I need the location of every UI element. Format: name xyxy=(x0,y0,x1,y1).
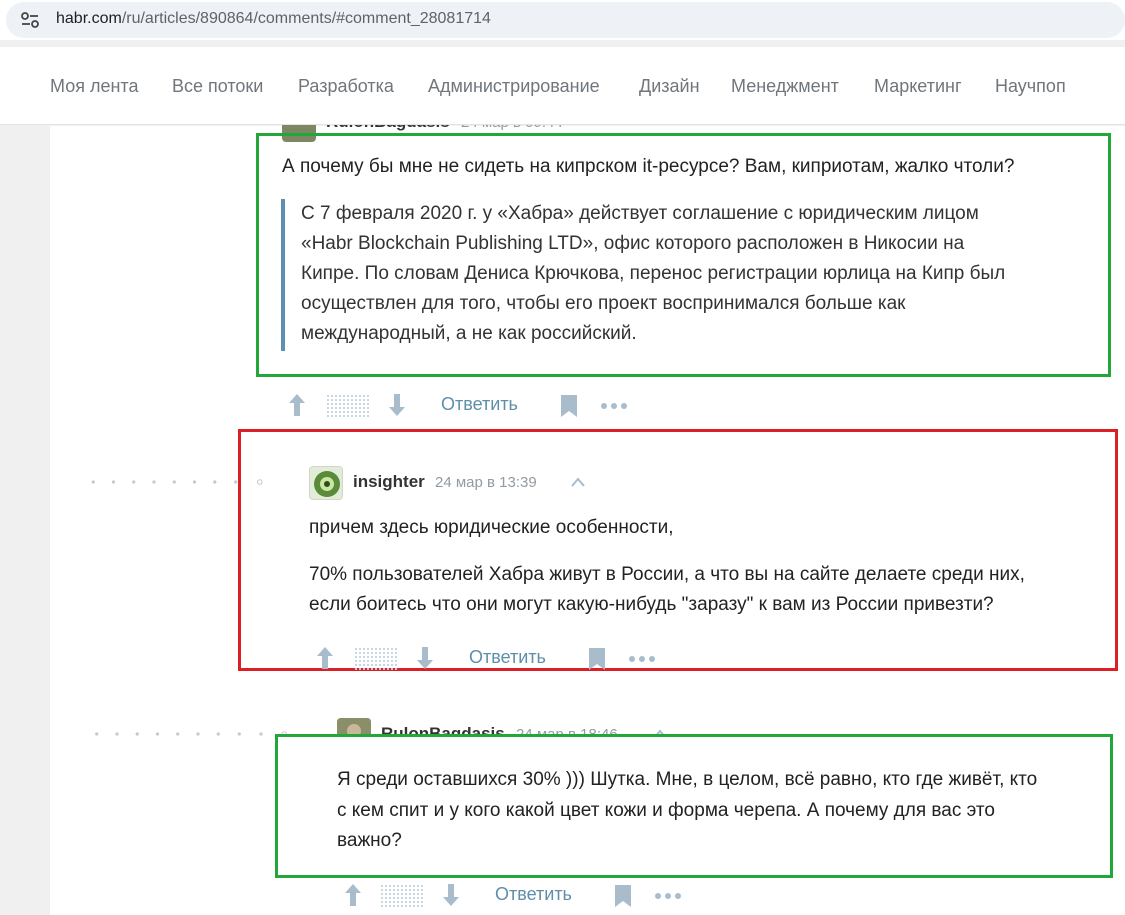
quote-line: осуществлен для того, чтобы его проект в… xyxy=(301,293,906,314)
nav-management[interactable]: Менеджмент xyxy=(731,76,839,97)
bookmark-icon[interactable] xyxy=(588,647,606,671)
arrow-up-icon[interactable] xyxy=(314,643,336,673)
arrow-up-icon[interactable] xyxy=(286,390,308,420)
nav-popular-science[interactable]: Научпоп xyxy=(995,76,1066,97)
comment-text: А почему бы мне не сидеть на кипрском it… xyxy=(282,156,1015,177)
quote-line: С 7 февраля 2020 г. у «Хабра» действует … xyxy=(301,203,979,224)
rating-placeholder xyxy=(326,394,370,418)
more-dots-icon[interactable] xyxy=(628,655,656,663)
quote-line: международный, а не как российский. xyxy=(301,323,637,344)
reply-button[interactable]: Ответить xyxy=(441,394,518,415)
comment-actions: Ответить xyxy=(286,390,646,422)
rating-placeholder xyxy=(354,647,398,671)
arrow-down-icon[interactable] xyxy=(386,390,408,420)
url-host: habr.com xyxy=(56,10,122,27)
comment-actions: Ответить xyxy=(314,643,674,675)
arrow-down-icon[interactable] xyxy=(414,643,436,673)
comment-username[interactable]: insighter xyxy=(353,472,425,492)
comment-text: Я среди оставшихся 30% ))) Шутка. Мне, в… xyxy=(337,769,1038,790)
arrow-up-icon[interactable] xyxy=(342,880,364,910)
avatar[interactable] xyxy=(309,466,343,500)
nav-marketing[interactable]: Маркетинг xyxy=(874,76,962,97)
quote-line: Кипре. По словам Дениса Крючкова, перено… xyxy=(301,263,1006,284)
comment-text: если боитесь что они могут какую-нибудь … xyxy=(309,594,994,615)
address-field[interactable]: habr.com/ru/articles/890864/comments/#co… xyxy=(6,2,1125,38)
comment-text: с кем спит и у кого какой цвет кожи и фо… xyxy=(337,800,995,821)
url-path: /ru/articles/890864/comments/#comment_28… xyxy=(121,10,491,27)
more-dots-icon[interactable] xyxy=(600,402,628,410)
tune-icon[interactable] xyxy=(20,11,40,29)
more-dots-icon[interactable] xyxy=(654,892,682,900)
bookmark-icon[interactable] xyxy=(560,394,578,418)
comment-timestamp[interactable]: 24 мар в 13:39 xyxy=(435,474,537,491)
chevron-up-icon[interactable] xyxy=(570,476,586,488)
comment-text: важно? xyxy=(337,830,402,851)
arrow-down-icon[interactable] xyxy=(440,880,462,910)
nav-administration[interactable]: Администрирование xyxy=(428,76,600,97)
hub-navigation-overlay: Моя лента Все потоки Разработка Админист… xyxy=(0,47,1125,125)
nav-development[interactable]: Разработка xyxy=(298,76,394,97)
quote-line: «Habr Blockchain Publishing LTD», офис к… xyxy=(301,233,965,254)
reply-button[interactable]: Ответить xyxy=(469,647,546,668)
comment-actions: Ответить xyxy=(342,880,702,912)
nav-my-feed[interactable]: Моя лента xyxy=(50,76,138,97)
browser-url-bar: habr.com/ru/articles/890864/comments/#co… xyxy=(0,0,1125,40)
highlight-box-red xyxy=(238,429,1118,671)
comment-text: причем здесь юридические особенности, xyxy=(309,517,674,538)
comment-text: 70% пользователей Хабра живут в России, … xyxy=(309,564,1025,585)
comment-quote: С 7 февраля 2020 г. у «Хабра» действует … xyxy=(281,199,1005,351)
reply-button[interactable]: Ответить xyxy=(495,884,572,905)
rating-placeholder xyxy=(380,884,424,908)
nav-all-streams[interactable]: Все потоки xyxy=(172,76,263,97)
bookmark-icon[interactable] xyxy=(614,884,632,908)
nav-design[interactable]: Дизайн xyxy=(639,76,700,97)
url-text[interactable]: habr.com/ru/articles/890864/comments/#co… xyxy=(56,10,491,28)
